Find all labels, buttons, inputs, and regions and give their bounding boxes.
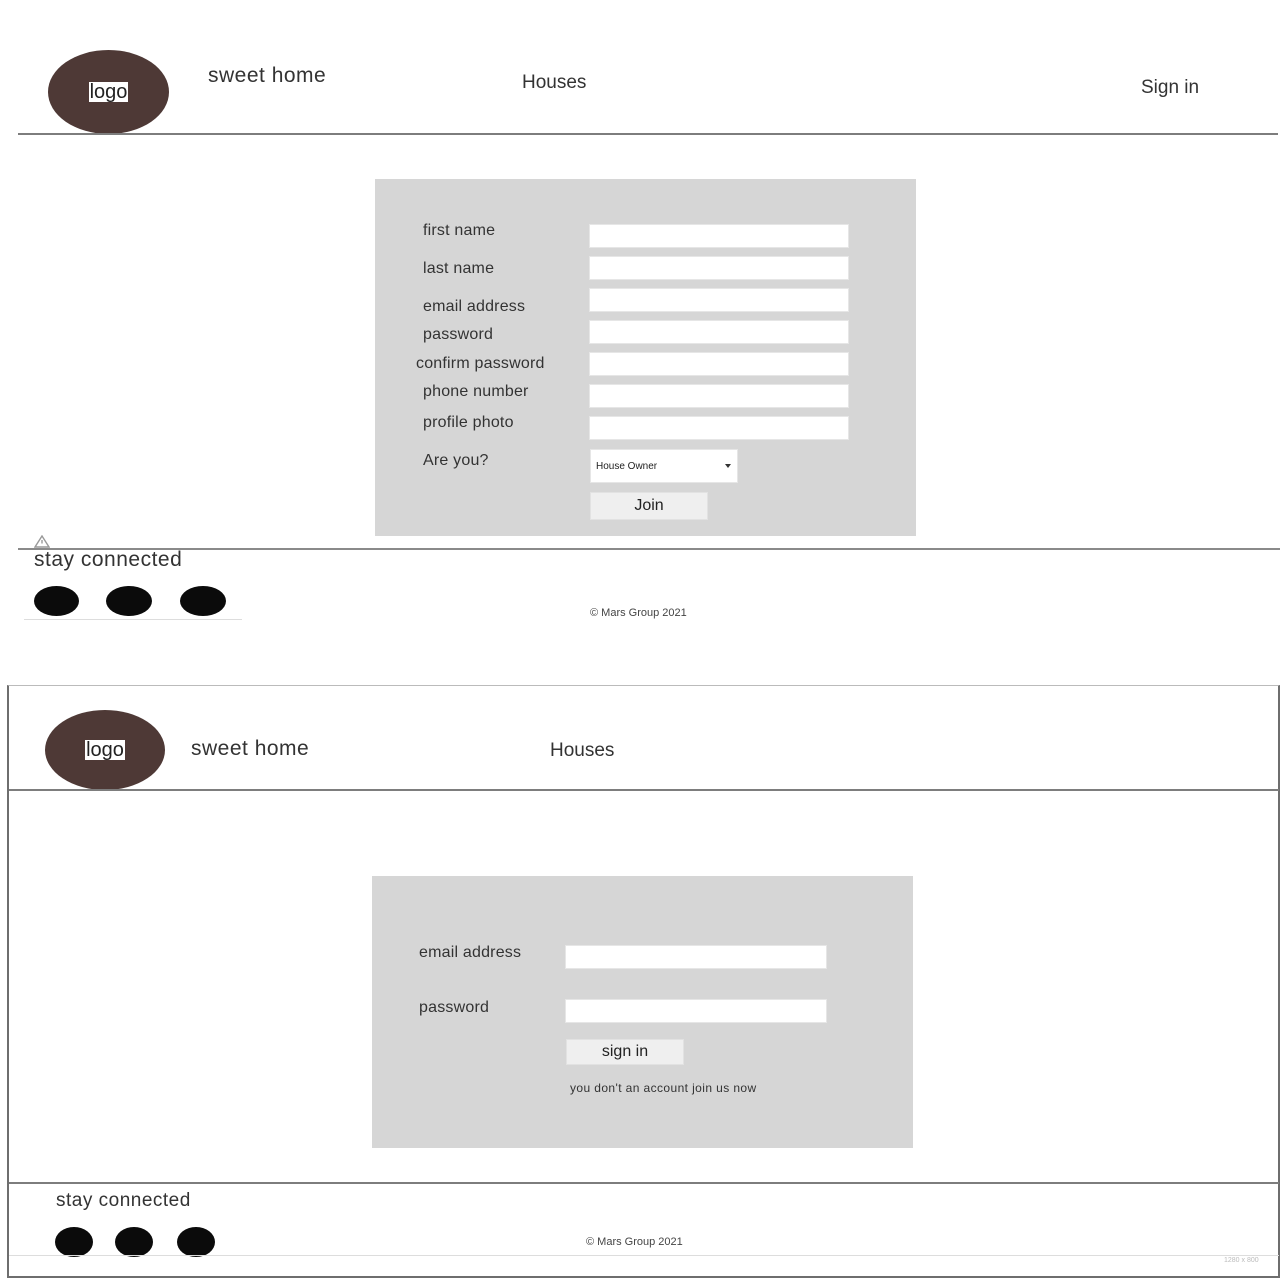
email-address-input[interactable] <box>565 945 827 969</box>
phone-number-input[interactable] <box>589 384 849 408</box>
join-us-link[interactable]: you don't an account join us now <box>570 1081 757 1095</box>
role-label: Are you? <box>423 452 489 469</box>
profile-photo-input[interactable] <box>589 416 849 440</box>
copyright-text: © Mars Group 2021 <box>586 1236 683 1248</box>
brand-name: sweet home <box>191 737 310 760</box>
footer-divider <box>18 548 1280 550</box>
copyright-text: © Mars Group 2021 <box>590 607 687 619</box>
chevron-down-icon <box>725 464 731 468</box>
nav-sign-in-link[interactable]: Sign in <box>1141 77 1199 99</box>
header-divider <box>9 789 1279 791</box>
nav-houses-link[interactable]: Houses <box>522 72 586 94</box>
password-input[interactable] <box>565 999 827 1023</box>
last-name-label: last name <box>423 260 495 277</box>
last-name-input[interactable] <box>589 256 849 280</box>
logo-label: logo <box>85 739 125 761</box>
social-icon-2[interactable] <box>115 1227 153 1257</box>
email-address-label: email address <box>423 298 526 315</box>
footer-divider <box>9 1182 1279 1184</box>
social-icon-2[interactable] <box>106 586 152 616</box>
password-input[interactable] <box>589 320 849 344</box>
password-label: password <box>423 326 494 343</box>
role-select-value: House Owner <box>596 460 658 472</box>
confirm-password-label: confirm password <box>416 355 545 372</box>
profile-photo-label: profile photo <box>423 414 514 431</box>
phone-number-label: phone number <box>423 383 529 400</box>
password-label: password <box>419 999 490 1016</box>
join-button[interactable]: Join <box>590 492 708 520</box>
nav-houses-link[interactable]: Houses <box>550 740 614 762</box>
social-icon-3[interactable] <box>177 1227 215 1257</box>
social-divider <box>24 619 242 620</box>
role-select[interactable]: House Owner <box>590 449 738 483</box>
confirm-password-input[interactable] <box>589 352 849 376</box>
warning-icon <box>34 535 50 548</box>
social-icon-1[interactable] <box>34 586 79 616</box>
stay-connected-title: stay connected <box>34 548 183 571</box>
sign-in-button[interactable]: sign in <box>566 1039 684 1065</box>
logo-label: logo <box>88 81 129 103</box>
viewport-size-note: 1280 x 800 <box>1224 1257 1259 1264</box>
social-icon-1[interactable] <box>55 1227 93 1257</box>
header-divider <box>18 133 1278 135</box>
logo[interactable]: logo <box>45 710 165 790</box>
stay-connected-title: stay connected <box>56 1190 191 1211</box>
email-address-label: email address <box>419 944 522 961</box>
social-icon-3[interactable] <box>180 586 226 616</box>
logo[interactable]: logo <box>48 50 169 134</box>
email-address-input[interactable] <box>589 288 849 312</box>
bottom-divider <box>9 1255 1279 1256</box>
first-name-input[interactable] <box>589 224 849 248</box>
brand-name: sweet home <box>208 64 327 87</box>
first-name-label: first name <box>423 222 496 239</box>
